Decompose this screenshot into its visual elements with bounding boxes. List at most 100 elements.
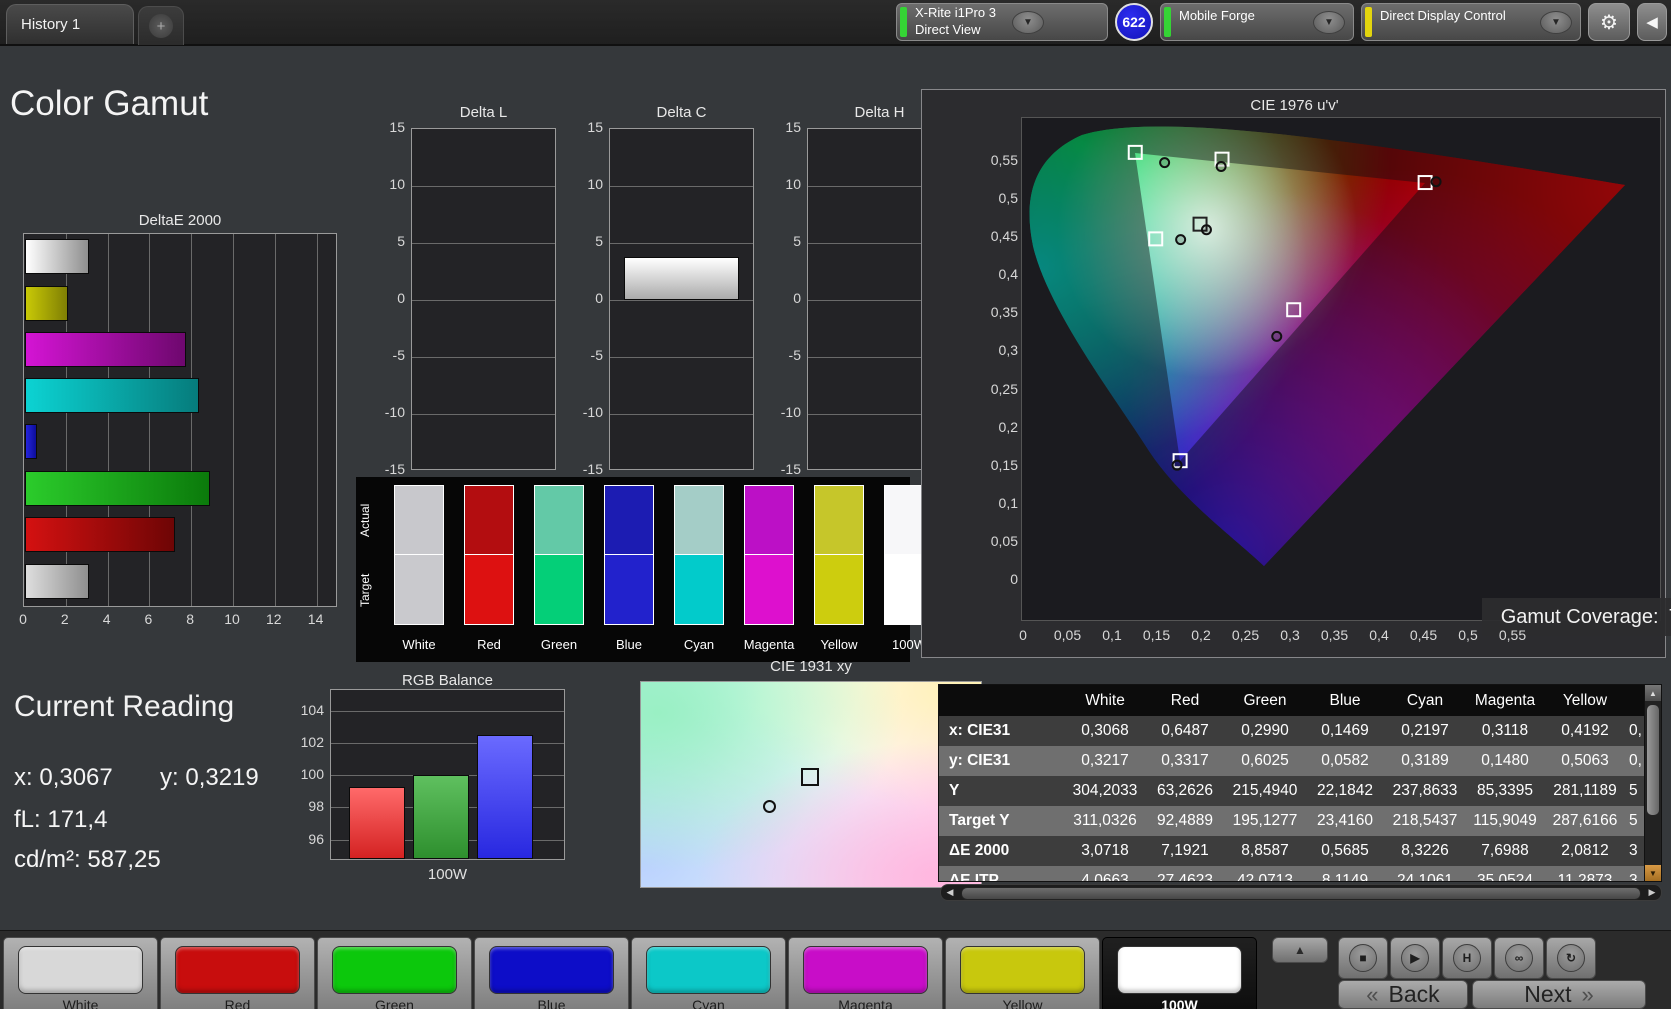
horizontal-scroll-thumb[interactable]: [961, 887, 1641, 900]
next-button[interactable]: Next »: [1472, 980, 1646, 1009]
stop-button[interactable]: ■: [1338, 937, 1388, 979]
scroll-up-icon[interactable]: ▲: [1645, 685, 1661, 701]
chevron-down-icon: ▼: [1011, 10, 1044, 34]
pattern-swatch: [175, 946, 300, 994]
scroll-right-icon[interactable]: ▶: [1643, 885, 1661, 900]
pattern-button-blue[interactable]: Blue: [474, 937, 629, 1009]
table-row: Target Y 311,0326 92,4889 195,1277 23,4160 21…: [939, 806, 1647, 836]
table-row-label: y: CIE31: [949, 752, 1011, 769]
meter-status-stripe: [900, 7, 907, 37]
deltae-x-tick: 12: [266, 611, 282, 627]
table-cell: 92,4889: [1156, 812, 1214, 829]
add-tab-button[interactable]: +: [138, 6, 184, 45]
pattern-button-cyan[interactable]: Cyan: [631, 937, 786, 1009]
swatch-column-red: Red: [464, 485, 514, 652]
table-header-cell: White: [1085, 691, 1125, 709]
deltae-x-tick: 2: [60, 611, 69, 627]
settings-button[interactable]: ⚙: [1588, 3, 1630, 41]
pattern-label: 100W: [1161, 997, 1198, 1009]
table-cell: 0,3189: [1401, 752, 1449, 769]
cie1976-x-tick: 0,45: [1409, 627, 1438, 643]
pattern-button-100w[interactable]: 100W: [1102, 937, 1257, 1009]
deltae-x-tick: 14: [307, 611, 324, 627]
pattern-swatch: [1117, 946, 1242, 994]
table-row-label: Y: [949, 782, 960, 799]
table-header-cell: Green: [1243, 691, 1287, 709]
table-horizontal-scrollbar[interactable]: ◀ ▶: [940, 884, 1662, 901]
delta-y-tick: 0: [595, 290, 603, 306]
display-control-dropdown[interactable]: Direct Display Control ▼: [1361, 3, 1581, 41]
cie1976-y-tick: 0,35: [990, 304, 1018, 321]
chevron-double-left-icon: «: [1366, 981, 1379, 1007]
source-dropdown[interactable]: Mobile Forge ▼: [1160, 3, 1354, 41]
target-swatch: [814, 555, 864, 625]
deltae-gridline: [316, 234, 318, 606]
actual-marker-white: [1200, 224, 1212, 236]
calibration-app-window: History 1 + X-Rite i1Pro 3 Direct View ▼…: [0, 0, 1671, 1009]
cie1976-y-tick: 0,3: [998, 342, 1018, 359]
table-vertical-scrollbar[interactable]: ▲ ▼: [1644, 685, 1661, 881]
actual-marker-cyan: [1175, 234, 1187, 246]
vertical-scroll-thumb[interactable]: [1647, 705, 1659, 815]
tab-history-1[interactable]: History 1: [6, 4, 134, 44]
cie1976-x-tick: 0,55: [1498, 627, 1527, 643]
delta-y-tick: 5: [595, 233, 603, 249]
table-row: ΔE 2000 3,0718 7,1921 8,8587 0,5685 8,3226 7,6…: [939, 836, 1647, 866]
scroll-left-icon[interactable]: ◀: [941, 885, 959, 900]
chevron-left-icon: ◀: [1646, 14, 1658, 31]
actual-marker-green: [1159, 157, 1171, 169]
table-cell: 0,0582: [1321, 752, 1369, 769]
pattern-button-magenta[interactable]: Magenta: [788, 937, 943, 1009]
pattern-button-red[interactable]: Red: [160, 937, 315, 1009]
cie1976-x-tick: 0,25: [1231, 627, 1260, 643]
measurement-count-badge[interactable]: 622: [1115, 3, 1153, 41]
meter-mode: Direct View: [915, 22, 981, 37]
table-cell: 27,4623: [1156, 872, 1214, 882]
table-row-label: Target Y: [949, 812, 1010, 829]
pattern-label: Blue: [537, 997, 566, 1009]
table-cell: 0,2990: [1241, 722, 1289, 739]
table-row: ΔE ITP 4,0663 27,4623 42,0713 8,1149 24,1061 3…: [939, 866, 1647, 882]
scroll-down-icon[interactable]: ▼: [1645, 865, 1661, 881]
table-cell: 115,9049: [1473, 812, 1537, 829]
table-cell: 0,6487: [1161, 722, 1209, 739]
actual-swatch: [604, 485, 654, 555]
actual-swatch: [744, 485, 794, 555]
loop-button[interactable]: ↻: [1546, 937, 1596, 979]
meter-dropdown[interactable]: X-Rite i1Pro 3 Direct View ▼: [896, 3, 1108, 41]
pattern-button-green[interactable]: Green: [317, 937, 472, 1009]
table-cell: 35,0524: [1476, 872, 1534, 882]
target-swatch: [464, 555, 514, 625]
delta-gridline: [610, 414, 753, 415]
table-cell: 195,1277: [1232, 812, 1298, 829]
delta-y-tick: 5: [397, 233, 405, 249]
actual-swatch: [674, 485, 724, 555]
step-measure-button[interactable]: H: [1442, 937, 1492, 979]
delta-y-tick: 15: [785, 119, 801, 135]
collapse-panel-button[interactable]: ◀: [1637, 3, 1667, 41]
play-button[interactable]: ▶: [1390, 937, 1440, 979]
infinity-icon: ∞: [1505, 944, 1533, 972]
scroll-patterns-up-button[interactable]: ▲: [1272, 937, 1328, 963]
table-cell: 304,2033: [1072, 782, 1138, 799]
swatch-label: Green: [540, 637, 578, 652]
cie1976-panel: CIE 1976 u'v' Gamut Coverage: 0,55 0,5 0…: [921, 89, 1671, 658]
display-status-stripe: [1365, 7, 1372, 37]
delta-gridline: [412, 357, 555, 358]
table-cell: 85,3395: [1476, 782, 1534, 799]
back-button[interactable]: « Back: [1338, 980, 1468, 1009]
cie1976-x-tick: 0: [1019, 627, 1027, 643]
table-cell: 7,6988: [1481, 842, 1529, 859]
table-cell: 0,3217: [1081, 752, 1129, 769]
delta-gridline: [412, 300, 555, 301]
rgb-balance-title: RGB Balance: [402, 672, 493, 689]
delta-chart-delta-c: [609, 128, 754, 470]
gamut-coverage-label: Gamut Coverage:: [1500, 605, 1659, 628]
cie1931-chart: [640, 681, 982, 888]
loop-icon: ↻: [1557, 944, 1585, 972]
cie1976-y-tick: 0,1: [998, 494, 1018, 511]
delta-gridline: [412, 243, 555, 244]
continuous-measure-button[interactable]: ∞: [1494, 937, 1544, 979]
pattern-button-yellow[interactable]: Yellow: [945, 937, 1100, 1009]
pattern-button-white[interactable]: White: [3, 937, 158, 1009]
